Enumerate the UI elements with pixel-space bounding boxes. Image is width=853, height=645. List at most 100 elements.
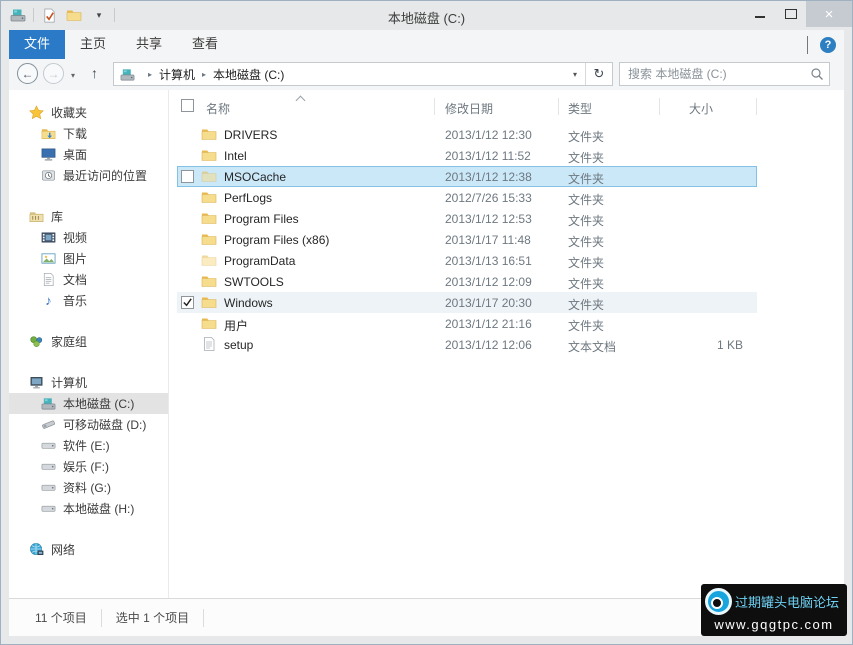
- sidebar-group-computer[interactable]: 计算机: [9, 372, 168, 393]
- file-type: 文件夹: [568, 170, 604, 187]
- file-type: 文件夹: [568, 296, 604, 313]
- watermark-logo-icon: [705, 588, 732, 615]
- file-row[interactable]: ProgramData 2013/1/13 16:51 文件夹: [169, 250, 844, 271]
- address-dropdown-icon[interactable]: ▾: [565, 70, 585, 79]
- column-divider[interactable]: [659, 98, 660, 115]
- tab-share[interactable]: 共享: [121, 30, 177, 59]
- tab-home[interactable]: 主页: [65, 30, 121, 59]
- row-checkbox[interactable]: [181, 170, 194, 183]
- sidebar-item-downloads[interactable]: 下载: [9, 123, 168, 144]
- breadcrumb-local-disk-c[interactable]: 本地磁盘 (C:): [213, 66, 284, 83]
- column-header-date[interactable]: 修改日期: [445, 100, 493, 117]
- tab-view[interactable]: 查看: [177, 30, 233, 59]
- sidebar-item-label: 资料 (G:): [63, 479, 111, 496]
- sidebar-item-drive-f[interactable]: 娱乐 (F:): [9, 456, 168, 477]
- sidebar-item-drive-g[interactable]: 资料 (G:): [9, 477, 168, 498]
- file-row[interactable]: DRIVERS 2013/1/12 12:30 文件夹: [169, 124, 844, 145]
- sidebar-group-network[interactable]: 网络: [9, 539, 168, 560]
- minimize-button[interactable]: [744, 1, 775, 27]
- address-bar[interactable]: ▸ 计算机 ▸ 本地磁盘 (C:) ▾ ↻: [113, 62, 613, 86]
- column-divider[interactable]: [756, 98, 757, 115]
- tab-file[interactable]: 文件: [9, 30, 65, 59]
- folder-icon: [201, 315, 217, 331]
- file-row[interactable]: setup 2013/1/12 12:06 文本文档 1 KB: [169, 334, 844, 355]
- properties-check-icon[interactable]: [39, 5, 59, 25]
- separator: [114, 8, 115, 22]
- sidebar-item-removable-disk-d[interactable]: 可移动磁盘 (D:): [9, 414, 168, 435]
- ribbon-expand-icon[interactable]: [807, 36, 808, 54]
- column-header-type[interactable]: 类型: [568, 100, 592, 117]
- file-date: 2013/1/12 12:30: [445, 128, 532, 142]
- ribbon-tab-row: 文件 主页 共享 查看 ?: [9, 30, 844, 60]
- breadcrumb-computer[interactable]: 计算机: [159, 66, 195, 83]
- column-header-name[interactable]: 名称: [206, 100, 230, 117]
- sidebar-item-label: 桌面: [63, 146, 87, 163]
- search-input[interactable]: [620, 67, 805, 81]
- sidebar-item-documents[interactable]: 文档: [9, 269, 168, 290]
- maximize-button[interactable]: [775, 1, 806, 27]
- disk-drive-icon: [41, 459, 56, 474]
- folder-icon: [201, 126, 217, 142]
- checkbox-icon: [181, 99, 194, 112]
- sidebar-item-recent-places[interactable]: 最近访问的位置: [9, 165, 168, 186]
- file-date: 2013/1/17 20:30: [445, 296, 532, 310]
- select-all-checkbox[interactable]: [181, 99, 194, 112]
- file-row-selected[interactable]: MSOCache 2013/1/12 12:38 文件夹: [169, 166, 844, 187]
- quick-access-toolbar: ▾: [8, 5, 115, 25]
- sidebar-item-drive-e[interactable]: 软件 (E:): [9, 435, 168, 456]
- sidebar-group-homegroup[interactable]: 家庭组: [9, 331, 168, 352]
- window-title: 本地磁盘 (C:): [121, 8, 732, 27]
- back-button[interactable]: ←: [17, 63, 38, 84]
- sidebar-item-label: 音乐: [63, 292, 87, 309]
- local-disk-icon[interactable]: [8, 5, 28, 25]
- file-row-checked[interactable]: Windows 2013/1/17 20:30 文件夹: [169, 292, 844, 313]
- sidebar-item-videos[interactable]: 视频: [9, 227, 168, 248]
- file-date: 2013/1/12 11:52: [445, 149, 531, 163]
- file-type: 文件夹: [568, 149, 604, 166]
- column-header-size[interactable]: 大小: [689, 100, 713, 117]
- file-date: 2012/7/26 15:33: [445, 191, 532, 205]
- history-dropdown-icon[interactable]: ▾: [71, 71, 75, 80]
- sidebar-item-local-disk-c[interactable]: 本地磁盘 (C:): [9, 393, 168, 414]
- file-row[interactable]: PerfLogs 2012/7/26 15:33 文件夹: [169, 187, 844, 208]
- search-icon[interactable]: [805, 67, 829, 81]
- sort-ascending-icon: [296, 96, 306, 106]
- file-type: 文本文档: [568, 338, 616, 355]
- sidebar-group-libraries[interactable]: 库: [9, 206, 168, 227]
- refresh-icon[interactable]: ↻: [586, 66, 612, 82]
- sidebar-item-label: 家庭组: [51, 333, 87, 350]
- up-button[interactable]: ↑: [91, 65, 98, 81]
- video-icon: [41, 230, 56, 245]
- forward-button[interactable]: →: [43, 63, 64, 84]
- sidebar-item-pictures[interactable]: 图片: [9, 248, 168, 269]
- file-row[interactable]: Program Files (x86) 2013/1/17 11:48 文件夹: [169, 229, 844, 250]
- customize-dropdown-icon[interactable]: ▾: [89, 5, 109, 25]
- file-row[interactable]: Program Files 2013/1/12 12:53 文件夹: [169, 208, 844, 229]
- downloads-folder-icon: [41, 126, 56, 141]
- new-folder-icon[interactable]: [64, 5, 84, 25]
- help-icon[interactable]: ?: [820, 37, 836, 53]
- sidebar-item-music[interactable]: ♪ 音乐: [9, 290, 168, 311]
- checkbox-icon: [181, 170, 194, 183]
- picture-icon: [41, 251, 56, 266]
- maximize-icon: [785, 9, 797, 19]
- file-row[interactable]: Intel 2013/1/12 11:52 文件夹: [169, 145, 844, 166]
- hidden-folder-icon: [201, 168, 217, 184]
- file-row[interactable]: SWTOOLS 2013/1/12 12:09 文件夹: [169, 271, 844, 292]
- folder-icon: [201, 231, 217, 247]
- column-divider[interactable]: [434, 98, 435, 115]
- file-date: 2013/1/12 12:53: [445, 212, 532, 226]
- sidebar-item-desktop[interactable]: 桌面: [9, 144, 168, 165]
- file-type: 文件夹: [568, 233, 604, 250]
- sidebar-item-label: 软件 (E:): [63, 437, 110, 454]
- column-divider[interactable]: [558, 98, 559, 115]
- sidebar-group-favorites[interactable]: 收藏夹: [9, 102, 168, 123]
- row-checkbox-checked[interactable]: [181, 296, 194, 309]
- file-type: 文件夹: [568, 191, 604, 208]
- close-button[interactable]: ×: [806, 1, 852, 27]
- sidebar-item-local-disk-h[interactable]: 本地磁盘 (H:): [9, 498, 168, 519]
- disk-drive-icon: [41, 438, 56, 453]
- ribbon-tabs: 文件 主页 共享 查看: [9, 30, 844, 59]
- search-box: [619, 62, 830, 86]
- file-row[interactable]: 用户 2013/1/12 21:16 文件夹: [169, 313, 844, 334]
